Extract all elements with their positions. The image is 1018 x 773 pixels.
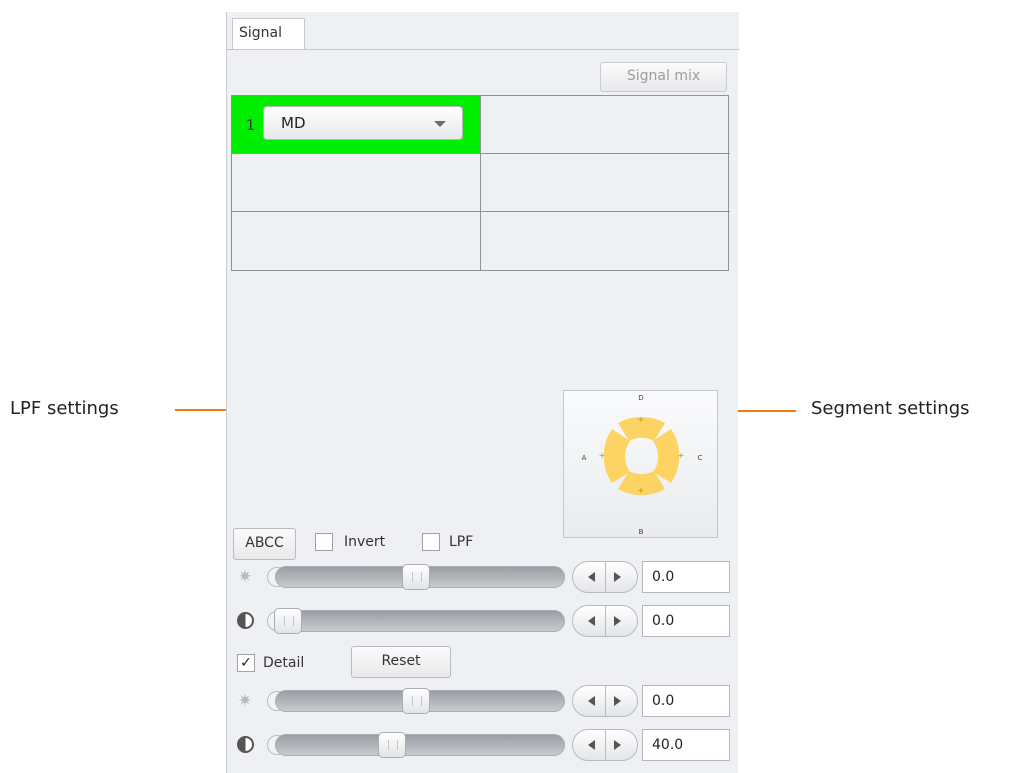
brightness-stepper-1[interactable] <box>572 561 638 593</box>
signal-cell-3[interactable] <box>232 154 481 212</box>
increment-icon[interactable] <box>604 686 637 716</box>
chevron-down-icon <box>434 121 446 127</box>
brightness-stepper-2[interactable] <box>572 685 638 717</box>
increment-icon[interactable] <box>604 606 637 636</box>
segment-ring-icon: + + + + D B A C <box>582 394 703 536</box>
lpf-label: LPF <box>449 534 474 550</box>
svg-text:+: + <box>599 451 606 460</box>
contrast-icon <box>237 736 254 753</box>
brightness-value-2[interactable]: 0.0 <box>642 685 730 717</box>
segment-label-c: C <box>698 454 703 462</box>
brightness-slider-2-thumb[interactable] <box>402 688 430 714</box>
brightness-slider-1-thumb[interactable] <box>402 564 430 590</box>
svg-text:+: + <box>638 486 645 495</box>
contrast-stepper-2[interactable] <box>572 729 638 761</box>
detail-label: Detail <box>263 655 305 671</box>
contrast-stepper-1[interactable] <box>572 605 638 637</box>
contrast-slider-2-thumb[interactable] <box>378 732 406 758</box>
signal-panel: Signal Signal mix 1 MD + + + + D B A C A… <box>226 12 739 773</box>
decrement-icon[interactable] <box>573 606 606 636</box>
contrast-slider-2[interactable] <box>275 734 565 756</box>
signal-cell-1[interactable]: 1 MD <box>232 96 481 154</box>
increment-icon[interactable] <box>604 562 637 592</box>
contrast-slider-1-thumb[interactable] <box>274 608 302 634</box>
tab-strip: Signal <box>227 12 739 50</box>
cell-number: 1 <box>246 118 255 134</box>
invert-checkbox[interactable] <box>315 533 333 551</box>
brightness-icon: ✷ <box>237 567 253 587</box>
segment-label-d: D <box>638 394 643 402</box>
segment-label-b: B <box>639 528 644 536</box>
segment-settings-callout: Segment settings <box>811 398 970 419</box>
signal-cell-4[interactable] <box>481 154 730 212</box>
svg-text:+: + <box>678 451 685 460</box>
svg-text:+: + <box>638 415 645 424</box>
signal-cell-2[interactable] <box>481 96 730 154</box>
invert-label: Invert <box>344 534 386 550</box>
tab-signal[interactable]: Signal <box>232 18 305 49</box>
detail-checkbox[interactable]: ✓ <box>237 654 255 672</box>
signal-cell-6[interactable] <box>481 212 730 270</box>
brightness-value-1[interactable]: 0.0 <box>642 561 730 593</box>
decrement-icon[interactable] <box>573 686 606 716</box>
signal-grid: 1 MD <box>231 95 730 271</box>
segment-settings[interactable]: + + + + D B A C <box>563 390 718 538</box>
signal-cell-5[interactable] <box>232 212 481 270</box>
abcc-button[interactable]: ABCC <box>233 528 296 560</box>
decrement-icon[interactable] <box>573 730 606 760</box>
contrast-slider-1[interactable] <box>275 610 565 632</box>
contrast-icon <box>237 612 254 629</box>
increment-icon[interactable] <box>604 730 637 760</box>
brightness-icon: ✷ <box>237 691 253 711</box>
reset-button[interactable]: Reset <box>351 646 451 678</box>
signal-mix-button[interactable]: Signal mix <box>600 62 727 92</box>
contrast-value-2[interactable]: 40.0 <box>642 729 730 761</box>
decrement-icon[interactable] <box>573 562 606 592</box>
lpf-settings-callout: LPF settings <box>10 398 119 419</box>
signal-dropdown[interactable]: MD <box>263 106 463 140</box>
lpf-checkbox[interactable] <box>422 533 440 551</box>
signal-dropdown-value: MD <box>281 114 306 132</box>
segment-label-a: A <box>582 454 587 462</box>
contrast-value-1[interactable]: 0.0 <box>642 605 730 637</box>
